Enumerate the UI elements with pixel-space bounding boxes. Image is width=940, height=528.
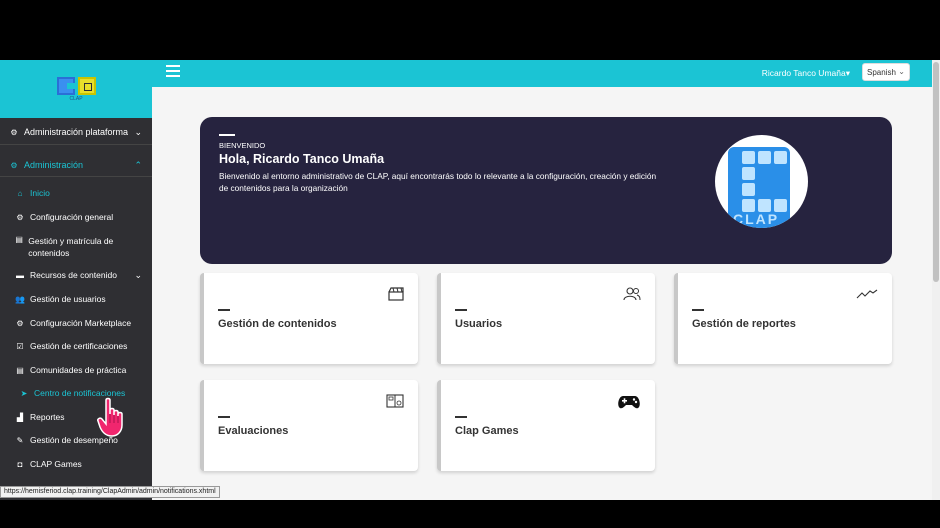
sidebar-item-certificaciones[interactable]: ☑ Gestión de certificaciones	[14, 341, 166, 351]
home-icon: ⌂	[17, 188, 23, 198]
card-gestion-reportes[interactable]: Gestión de reportes	[674, 273, 892, 364]
card-label: Clap Games	[455, 425, 519, 437]
app-viewport: CLAP ⚙ Administración plataforma ⌄ ⚙ Adm…	[0, 60, 940, 500]
clapperboard-icon	[388, 287, 404, 304]
cogs-icon: ⚙	[10, 127, 18, 137]
sidebar-item-recursos[interactable]: ▬ Recursos de contenido ⌄	[14, 269, 152, 281]
card-clap-games[interactable]: Clap Games	[437, 380, 655, 471]
gear-icon: ⚙	[16, 318, 24, 328]
sidebar-item-desempeno[interactable]: ✎ Gestión de desempeño	[14, 435, 166, 445]
gear-icon: ⚙	[16, 212, 24, 222]
sidebar-item-label: Gestión de usuarios	[30, 294, 106, 304]
sidebar-logo[interactable]: CLAP	[0, 60, 152, 118]
banner-accent-line	[219, 134, 235, 136]
chevron-down-icon: ⌄	[134, 126, 142, 137]
gamepad-icon: ◘	[17, 459, 23, 469]
paper-plane-icon: ➤	[20, 388, 28, 398]
sidebar-item-label: Reportes	[30, 412, 65, 422]
banner-description: Bienvenido al entorno administrativo de …	[219, 171, 657, 193]
sidebar: CLAP ⚙ Administración plataforma ⌄ ⚙ Adm…	[0, 60, 152, 500]
caret-down-icon: ▾	[845, 68, 850, 78]
sidebar-item-configuracion-general[interactable]: ⚙ Configuración general	[14, 212, 166, 222]
quiz-icon	[386, 394, 404, 411]
cogs-icon: ⚙	[10, 160, 18, 170]
folder-icon: ▬	[16, 270, 24, 280]
sidebar-item-usuarios[interactable]: 👥 Gestión de usuarios	[14, 294, 166, 304]
sidebar-item-label: Recursos de contenido	[30, 270, 117, 280]
menu-section-label: Administración	[24, 160, 84, 170]
banner-title: Hola, Ricardo Tanco Umaña	[219, 152, 385, 166]
card-label: Gestión de reportes	[692, 318, 796, 330]
sidebar-item-reportes[interactable]: ▟ Reportes	[14, 412, 166, 422]
chevron-down-icon: ⌄	[898, 67, 905, 76]
sidebar-item-label: Gestión de certificaciones	[30, 341, 128, 351]
chevron-up-icon: ⌃	[134, 159, 142, 170]
card-evaluaciones[interactable]: Evaluaciones	[200, 380, 418, 471]
sidebar-item-label: Gestión y matrícula de contenidos	[28, 236, 114, 258]
menu-section-admin-plataforma[interactable]: ⚙ Administración plataforma ⌄	[8, 126, 152, 138]
chevron-down-icon: ⌄	[134, 269, 142, 280]
hand-pointer-cursor-icon	[96, 397, 128, 439]
sidebar-item-label: Comunidades de práctica	[30, 365, 127, 375]
hamburger-menu-icon[interactable]	[166, 65, 180, 79]
book-icon: ▤	[15, 235, 23, 244]
sidebar-item-label: Configuración general	[30, 212, 114, 222]
users-icon: 👥	[15, 294, 25, 304]
logo-caption: CLAP	[69, 95, 83, 102]
card-label: Usuarios	[455, 318, 503, 330]
chart-icon: ▟	[16, 412, 24, 422]
sidebar-item-clap-games[interactable]: ◘ CLAP Games	[14, 459, 166, 469]
card-label: Gestión de contenidos	[218, 318, 337, 330]
sidebar-item-gestion-matricula[interactable]: ▤ Gestión y matrícula de contenidos	[14, 235, 138, 259]
page-scrollbar[interactable]	[932, 60, 940, 500]
clap-logo-text: CLAP	[733, 211, 780, 227]
gamepad-icon	[617, 394, 641, 413]
clap-logo-badge: CLAP	[715, 135, 808, 228]
welcome-banner: BIENVENIDO Hola, Ricardo Tanco Umaña Bie…	[200, 117, 892, 264]
pencil-icon: ✎	[16, 435, 24, 445]
scroll-thumb[interactable]	[933, 62, 939, 282]
language-select[interactable]: Spanish ⌄	[862, 63, 910, 81]
card-usuarios[interactable]: Usuarios	[437, 273, 655, 364]
card-label: Evaluaciones	[218, 425, 289, 437]
user-menu[interactable]: Ricardo Tanco Umaña▾	[762, 68, 850, 79]
user-name: Ricardo Tanco Umaña	[761, 68, 846, 78]
sidebar-item-notificaciones[interactable]: ➤ Centro de notificaciones	[18, 388, 170, 398]
book-icon: ▤	[16, 365, 24, 375]
sidebar-item-label: CLAP Games	[30, 459, 82, 469]
language-value: Spanish	[867, 68, 896, 77]
sidebar-item-comunidades[interactable]: ▤ Comunidades de práctica	[14, 365, 166, 375]
menu-section-label: Administración plataforma	[24, 127, 129, 137]
clap-logo-icon	[56, 76, 96, 95]
status-bar-url: https://hemisferiod.clap.training/ClapAd…	[0, 486, 220, 498]
top-bar: Ricardo Tanco Umaña▾ Spanish ⌄	[152, 60, 940, 87]
check-square-icon: ☑	[16, 341, 24, 351]
sidebar-item-marketplace[interactable]: ⚙ Configuración Marketplace	[14, 318, 166, 328]
sidebar-item-inicio[interactable]: ⌂ Inicio	[14, 188, 166, 198]
menu-section-administracion[interactable]: ⚙ Administración ⌃	[8, 159, 152, 171]
sidebar-item-label: Inicio	[30, 188, 50, 198]
banner-kicker: BIENVENIDO	[219, 141, 266, 150]
sidebar-item-label: Configuración Marketplace	[30, 318, 132, 328]
users-icon	[623, 287, 641, 304]
card-gestion-contenidos[interactable]: Gestión de contenidos	[200, 273, 418, 364]
trend-icon	[856, 287, 878, 302]
